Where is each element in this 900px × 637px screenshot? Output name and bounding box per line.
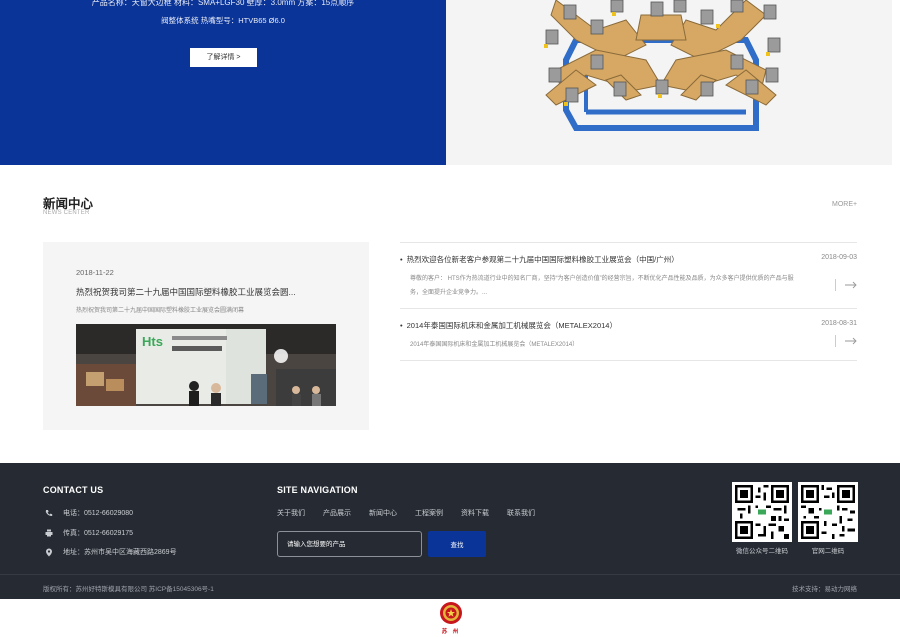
wechat-qr-code bbox=[732, 482, 792, 542]
news-item-description: 尊敬的客户： HTS作为热流道行业中的知名厂商，坚持“为客户创造价值”的经营宗旨… bbox=[410, 276, 794, 296]
news-item-description: 2014年泰国国际机床和金属加工机械展览会（METALEX2014） bbox=[410, 342, 579, 348]
wechat-qr-label: 微信公众号二维码 bbox=[736, 548, 788, 555]
tech-support-text[interactable]: 技术支持：易动力网络 bbox=[792, 583, 857, 593]
product-search-input[interactable] bbox=[277, 531, 422, 557]
hero-banner: 产品名称：天窗大边框 材料：SMA+LGF30 壁厚：3.0mm 方案：15点顺… bbox=[0, 0, 892, 165]
hero-product-spec: 产品名称：天窗大边框 材料：SMA+LGF30 壁厚：3.0mm 方案：15点顺… bbox=[91, 0, 355, 7]
more-news-link[interactable]: MORE+ bbox=[832, 201, 857, 208]
footer-nav: 关于我们 产品展示 新闻中心 工程案例 资料下载 联系我们 bbox=[277, 508, 553, 518]
news-item-arrow-button[interactable] bbox=[835, 335, 857, 347]
copyright-text: 版权所有：苏州好特斯模具有限公司 苏ICP备15045306号-1 bbox=[43, 586, 214, 593]
news-section-subtitle: NEWS CENTER bbox=[43, 210, 90, 216]
hero-product-model: 阀整体系统 热嘴型号：HTVB65 Ø6.0 bbox=[161, 16, 285, 25]
footer-nav-about[interactable]: 关于我们 bbox=[277, 508, 305, 518]
news-item-title[interactable]: 热烈欢迎各位新老客户参观第二十九届中国国际塑料橡胶工业展览会（中国/广州） bbox=[400, 254, 679, 265]
featured-news-title[interactable]: 热烈祝贺我司第二十九届中国国际塑料橡胶工业展览会圆... bbox=[76, 286, 296, 298]
footer-nav-products[interactable]: 产品展示 bbox=[323, 508, 351, 518]
hero-text-panel: 产品名称：天窗大边框 材料：SMA+LGF30 壁厚：3.0mm 方案：15点顺… bbox=[0, 0, 446, 165]
printer-icon bbox=[43, 529, 55, 537]
footer-nav-contact[interactable]: 联系我们 bbox=[507, 508, 535, 518]
address-text: 地址：苏州市吴中区海藏西路2869号 bbox=[63, 549, 177, 556]
search-button[interactable]: 查找 bbox=[428, 531, 486, 557]
exhibition-booth-photo: Hts bbox=[76, 324, 336, 406]
news-item-arrow-button[interactable] bbox=[835, 279, 857, 291]
arrow-right-icon bbox=[845, 337, 857, 345]
news-list: 热烈欢迎各位新老客户参观第二十九届中国国际塑料橡胶工业展览会（中国/广州） 20… bbox=[400, 242, 857, 361]
featured-news-description: 热烈祝贺我司第二十九届中国国际塑料橡胶工业展览会圆满闭幕 bbox=[76, 308, 245, 314]
fax-text: 传真：0512-66029175 bbox=[63, 530, 134, 537]
featured-news-date: 2018-11-22 bbox=[76, 268, 114, 277]
website-qr-code bbox=[798, 482, 858, 542]
news-item-date: 2018-08-31 bbox=[821, 320, 857, 327]
contact-fax: 传真：0512-66029175 bbox=[43, 528, 133, 538]
learn-more-button[interactable]: 了解详情 > bbox=[190, 48, 257, 67]
news-item-date: 2018-09-03 bbox=[821, 254, 857, 261]
news-list-divider bbox=[400, 360, 857, 361]
emblem-label: 苏 州 bbox=[441, 629, 461, 635]
phone-text: 电话：0512-66029080 bbox=[63, 510, 134, 517]
contact-address: 地址：苏州市吴中区海藏西路2869号 bbox=[43, 547, 177, 557]
national-emblem-icon bbox=[440, 602, 462, 624]
featured-news-card[interactable]: 2018-11-22 热烈祝贺我司第二十九届中国国际塑料橡胶工业展览会圆... … bbox=[43, 242, 369, 430]
injection-fixture-illustration bbox=[544, 0, 781, 131]
featured-news-photo[interactable]: Hts bbox=[76, 324, 336, 406]
arrow-right-icon bbox=[845, 281, 857, 289]
footer-divider bbox=[0, 574, 900, 575]
news-item-title[interactable]: 2014年泰国国际机床和金属加工机械展览会（METALEX2014） bbox=[400, 320, 617, 331]
footer-nav-downloads[interactable]: 资料下载 bbox=[461, 508, 489, 518]
contact-heading: CONTACT US bbox=[43, 485, 104, 495]
product-image bbox=[446, 0, 892, 165]
news-list-item[interactable]: 热烈欢迎各位新老客户参观第二十九届中国国际塑料橡胶工业展览会（中国/广州） 20… bbox=[400, 242, 857, 308]
site-navigation-heading: SITE NAVIGATION bbox=[277, 485, 358, 495]
svg-text:Hts: Hts bbox=[142, 334, 163, 349]
news-list-item[interactable]: 2014年泰国国际机床和金属加工机械展览会（METALEX2014） 2018-… bbox=[400, 308, 857, 360]
footer-nav-cases[interactable]: 工程案例 bbox=[415, 508, 443, 518]
location-pin-icon bbox=[43, 548, 55, 557]
footer-nav-news[interactable]: 新闻中心 bbox=[369, 508, 397, 518]
phone-icon bbox=[43, 509, 55, 517]
website-qr-label: 官网二维码 bbox=[811, 548, 845, 555]
contact-phone: 电话：0512-66029080 bbox=[43, 508, 133, 518]
police-emblem-badge[interactable]: 苏 州 bbox=[437, 601, 465, 635]
site-footer: CONTACT US 电话：0512-66029080 传真：0512-6602… bbox=[0, 463, 900, 599]
